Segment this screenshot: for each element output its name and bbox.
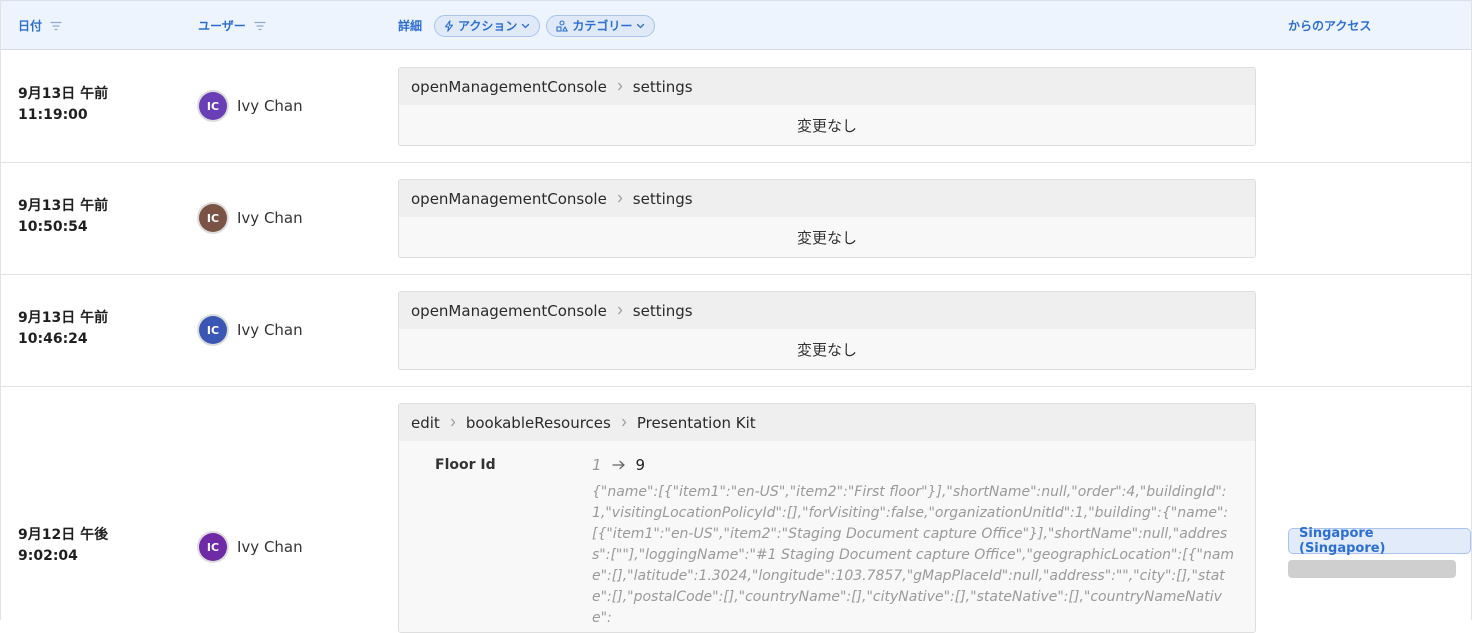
user-cell: IC Ivy Chan <box>199 92 303 120</box>
old-value: 1 <box>592 456 602 474</box>
chevron-right-icon <box>621 418 627 427</box>
column-header-access: からのアクセス <box>1288 1 1371 50</box>
breadcrumb-item: bookableResources <box>465 413 611 432</box>
user-name: Ivy Chan <box>237 97 303 115</box>
arrow-right-icon <box>611 460 626 470</box>
user-cell: IC Ivy Chan <box>199 533 303 561</box>
breadcrumb-item: openManagementConsole <box>411 301 607 320</box>
user-cell: IC Ivy Chan <box>199 316 303 344</box>
detail-card: openManagementConsole settings 変更なし <box>398 67 1256 146</box>
column-detail-label: 詳細 <box>398 19 423 33</box>
timestamp: 9月13日 午前 10:50:54 <box>18 198 109 235</box>
category-chip-label: カテゴリー <box>572 19 633 33</box>
filter-icon[interactable] <box>50 21 62 31</box>
audit-log-table: 日付 ユーザー 詳細 アクション カテゴリー からのアクセス 9月13日 午前 … <box>0 0 1472 633</box>
table-header: 日付 ユーザー 詳細 アクション カテゴリー からのアクセス <box>1 0 1471 50</box>
timestamp: 9月12日 午後 9:02:04 <box>18 527 109 564</box>
access-cell: Singapore (Singapore) <box>1288 522 1471 578</box>
json-detail-text: {"name":[{"item1":"en-US","item2":"First… <box>592 484 1235 626</box>
breadcrumb-item: Presentation Kit <box>636 413 756 432</box>
new-value: 9 <box>635 456 646 474</box>
action-filter-chip[interactable]: アクション <box>434 14 541 37</box>
breadcrumb-item: settings <box>632 189 693 208</box>
location-badge: Singapore (Singapore) <box>1288 526 1471 556</box>
table-row: 9月13日 午前 10:46:24 IC Ivy Chan openManage… <box>1 275 1471 387</box>
breadcrumb: openManagementConsole settings <box>399 180 1255 217</box>
value-change: 1 9 <box>592 456 645 474</box>
column-access-label: からのアクセス <box>1288 19 1372 33</box>
avatar: IC <box>199 92 227 120</box>
filter-icon[interactable] <box>254 21 266 31</box>
user-cell: IC Ivy Chan <box>199 204 303 232</box>
column-header-date[interactable]: 日付 <box>18 1 62 50</box>
chevron-right-icon <box>450 418 456 427</box>
chevron-down-icon <box>521 23 530 29</box>
no-change-text: 変更なし <box>796 116 857 135</box>
column-user-label: ユーザー <box>198 19 246 33</box>
redacted-ip-bar <box>1288 560 1456 578</box>
no-change-text: 変更なし <box>796 340 857 359</box>
chevron-right-icon <box>617 306 623 315</box>
detail-card: edit bookableResources Presentation Kit … <box>398 403 1256 633</box>
breadcrumb: openManagementConsole settings <box>399 292 1255 329</box>
avatar: IC <box>199 316 227 344</box>
user-name: Ivy Chan <box>237 321 303 339</box>
detail-card: openManagementConsole settings 変更なし <box>398 291 1256 370</box>
user-name: Ivy Chan <box>237 209 303 227</box>
chevron-right-icon <box>617 194 623 203</box>
breadcrumb-item: openManagementConsole <box>411 77 607 96</box>
breadcrumb-item: openManagementConsole <box>411 189 607 208</box>
category-filter-chip[interactable]: カテゴリー <box>546 14 656 37</box>
field-name: Floor Id <box>435 457 496 473</box>
table-row: 9月13日 午前 11:19:00 IC Ivy Chan openManage… <box>1 50 1471 163</box>
breadcrumb-item: settings <box>632 77 693 96</box>
breadcrumb-item: edit <box>411 413 440 432</box>
timestamp: 9月13日 午前 10:46:24 <box>18 310 109 347</box>
table-row: 9月13日 午前 10:50:54 IC Ivy Chan openManage… <box>1 163 1471 275</box>
lightning-icon <box>444 19 454 32</box>
user-name: Ivy Chan <box>237 538 303 556</box>
avatar: IC <box>199 204 227 232</box>
column-header-detail: 詳細 アクション カテゴリー <box>398 1 656 50</box>
no-change-text: 変更なし <box>796 228 857 247</box>
breadcrumb: openManagementConsole settings <box>399 68 1255 105</box>
chevron-down-icon <box>636 23 645 29</box>
action-chip-label: アクション <box>458 19 518 33</box>
breadcrumb: edit bookableResources Presentation Kit <box>399 404 1255 441</box>
timestamp: 9月13日 午前 11:19:00 <box>18 86 109 123</box>
column-date-label: 日付 <box>18 19 43 33</box>
avatar: IC <box>199 533 227 561</box>
column-header-user[interactable]: ユーザー <box>198 1 266 50</box>
chevron-right-icon <box>617 82 623 91</box>
detail-card: openManagementConsole settings 変更なし <box>398 179 1256 258</box>
table-row: 9月12日 午後 9:02:04 IC Ivy Chan edit bookab… <box>1 387 1471 633</box>
category-icon <box>556 19 569 32</box>
breadcrumb-item: settings <box>632 301 693 320</box>
